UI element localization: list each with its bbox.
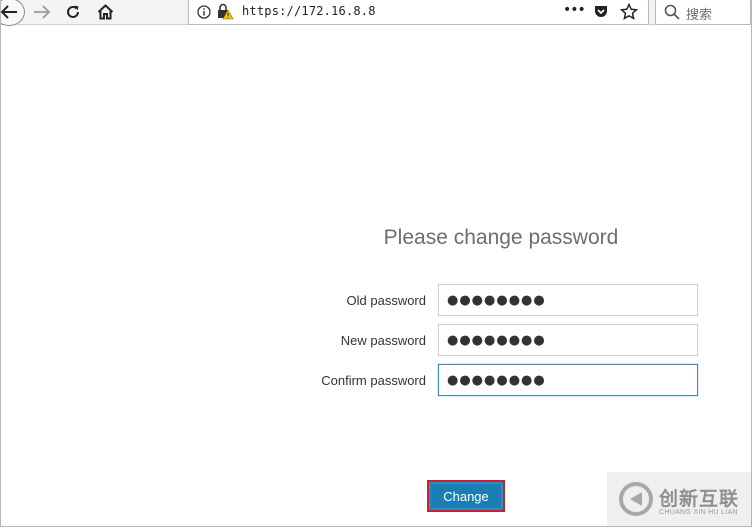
confirm-password-label: Confirm password bbox=[321, 373, 426, 388]
old-password-label: Old password bbox=[346, 293, 426, 308]
search-box[interactable]: 搜索 bbox=[655, 0, 751, 25]
new-password-field[interactable] bbox=[438, 324, 698, 356]
confirm-password-field[interactable] bbox=[438, 364, 698, 396]
home-icon bbox=[97, 4, 113, 20]
reload-button[interactable] bbox=[60, 0, 86, 24]
page-title: Please change password bbox=[383, 226, 619, 249]
insecure-lock-icon[interactable] bbox=[216, 3, 234, 20]
page-actions-icon[interactable]: ••• bbox=[563, 2, 586, 18]
home-button[interactable] bbox=[92, 0, 118, 24]
watermark-logo-icon bbox=[619, 482, 653, 516]
address-bar[interactable]: https://172.16.8.8 ••• bbox=[188, 0, 649, 25]
search-icon bbox=[664, 4, 680, 20]
arrow-right-icon bbox=[34, 5, 51, 19]
new-password-label: New password bbox=[340, 333, 426, 348]
back-button[interactable] bbox=[1, 0, 25, 26]
bookmark-star-icon[interactable] bbox=[620, 3, 638, 21]
browser-toolbar: https://172.16.8.8 ••• 搜索 bbox=[1, 0, 751, 26]
reload-icon bbox=[67, 5, 79, 18]
pocket-icon[interactable] bbox=[593, 4, 609, 20]
watermark: 创新互联 CHUANG XIN HU LIAN bbox=[607, 472, 751, 526]
url-text[interactable]: https://172.16.8.8 bbox=[242, 4, 376, 18]
watermark-subtext: CHUANG XIN HU LIAN bbox=[659, 509, 738, 516]
browser-window: https://172.16.8.8 ••• 搜索 Please change … bbox=[0, 0, 752, 527]
change-button[interactable]: Change bbox=[427, 480, 505, 512]
forward-button[interactable] bbox=[29, 0, 55, 24]
old-password-field[interactable] bbox=[438, 284, 698, 316]
watermark-text: 创新互联 bbox=[659, 488, 740, 510]
info-icon[interactable] bbox=[197, 5, 211, 19]
arrow-left-icon bbox=[1, 5, 17, 19]
search-placeholder: 搜索 bbox=[686, 8, 713, 23]
